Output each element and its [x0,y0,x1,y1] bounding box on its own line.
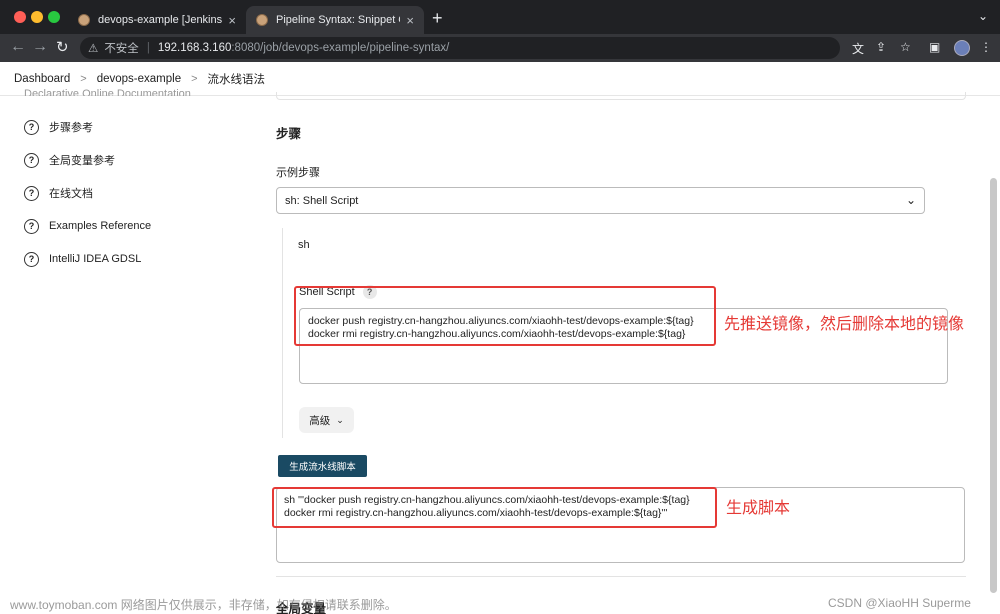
sidebar-item-online-docs[interactable]: ? 在线文档 [24,183,93,203]
jenkins-favicon-icon [78,14,90,26]
advanced-button[interactable]: 高级 ⌄ [299,407,354,433]
minimize-window-button[interactable] [31,11,43,23]
close-window-button[interactable] [14,11,26,23]
jenkins-favicon-icon [256,14,268,26]
forward-arrow-icon[interactable]: → [32,38,48,56]
watermark-left: www.toymoban.com 网络图片仅供展示，非存储，如有侵权请联系删除。 [10,598,397,612]
previous-section-box [276,92,966,100]
annotation-box-script [294,286,716,346]
sidebar-item-label: Examples Reference [49,220,152,232]
advanced-label: 高级 [309,414,331,427]
browser-tab-active[interactable]: Pipeline Syntax: Snippet Gene × [246,6,424,34]
sidebar-item-examples-reference[interactable]: ? Examples Reference [24,216,151,236]
question-circle-icon: ? [24,251,39,267]
breadcrumb-job[interactable]: devops-example [97,73,181,85]
question-circle-icon: ? [24,218,39,234]
reload-icon[interactable]: ↻ [56,38,69,56]
browser-tab[interactable]: devops-example [Jenkins] × [68,6,246,34]
new-tab-icon[interactable]: + [432,8,443,29]
translate-icon[interactable]: 文 [852,40,864,57]
question-circle-icon: ? [24,119,39,135]
url-path: :8080/job/devops-example/pipeline-syntax… [231,42,450,54]
sidebar-item-label: IntelliJ IDEA GDSL [49,253,142,265]
annotation-output-note: 生成脚本 [726,500,791,517]
warning-icon[interactable]: ⚠ [88,41,98,55]
generate-pipeline-script-button[interactable]: 生成流水线脚本 [278,455,367,477]
url-separator: | [146,42,150,54]
chevron-down-icon: ⌄ [905,193,916,207]
maximize-window-button[interactable] [48,11,60,23]
chevron-right-icon: > [191,72,198,85]
sidebar-item-label: 步骤参考 [49,122,93,134]
annotation-script-note: 先推送镜像，然后删除本地的镜像 [724,316,965,333]
section-title: 步骤 [276,127,302,141]
security-label: 不安全 [104,43,139,55]
close-tab-icon[interactable]: × [406,13,414,28]
more-menu-icon[interactable]: ⋮ [980,40,992,54]
step-name: sh [298,239,310,251]
sidebar-item-global-variables[interactable]: ? 全局变量参考 [24,150,115,170]
back-arrow-icon[interactable]: ← [10,38,26,56]
browser-toolbar: ← → ↻ ⚠ 不安全 | 192.168.3.160 :8080/job/de… [0,34,1000,62]
tab-title: devops-example [Jenkins] [98,14,223,26]
address-bar[interactable]: ⚠ 不安全 | 192.168.3.160 :8080/job/devops-e… [80,37,840,59]
sample-step-select[interactable]: sh: Shell Script ⌄ [276,187,925,214]
chevron-down-icon[interactable]: ⌄ [978,9,988,23]
chevron-right-icon: > [80,72,87,85]
section-divider [276,576,966,577]
breadcrumb-pipeline-syntax[interactable]: 流水线语法 [208,71,266,87]
sidebar-item-partial[interactable]: Declarative Online Documentation [24,88,191,96]
browser-tab-bar: devops-example [Jenkins] × Pipeline Synt… [0,0,1000,34]
profile-avatar[interactable] [954,40,970,56]
sidebar-item-steps-reference[interactable]: ? 步骤参考 [24,117,93,137]
sample-step-label: 示例步骤 [276,167,320,179]
share-icon[interactable]: ⇪ [876,40,886,54]
close-tab-icon[interactable]: × [228,13,236,28]
question-circle-icon: ? [24,152,39,168]
sidebar-toggle-icon[interactable]: ▣ [929,40,940,54]
watermark-right: CSDN @XiaoHH Superme [828,596,971,610]
breadcrumb-dashboard[interactable]: Dashboard [14,73,70,85]
sidebar-item-intellij-gdsl[interactable]: ? IntelliJ IDEA GDSL [24,249,141,269]
tab-title: Pipeline Syntax: Snippet Gene [276,14,400,26]
chevron-down-icon: ⌄ [336,414,344,425]
sidebar-item-label: 全局变量参考 [49,155,115,167]
page-scrollbar[interactable] [990,178,997,593]
sample-step-value: sh: Shell Script [285,194,359,207]
question-circle-icon: ? [24,185,39,201]
annotation-box-output [272,487,717,528]
step-config-divider [282,228,283,438]
star-icon[interactable]: ☆ [900,40,911,54]
sidebar-item-label: 在线文档 [49,188,93,200]
url-host: 192.168.3.160 [157,42,232,54]
